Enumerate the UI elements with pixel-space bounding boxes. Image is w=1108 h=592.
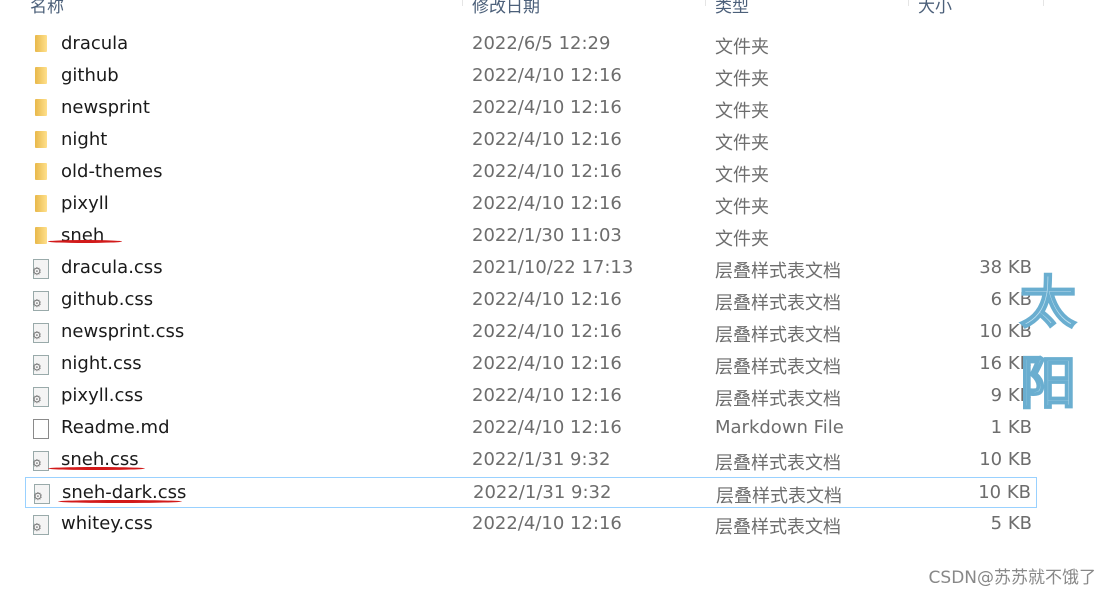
file-date: 2022/4/10 12:16 [472, 353, 622, 374]
file-type: 层叠样式表文档 [715, 453, 841, 474]
css-file-icon [32, 355, 49, 375]
file-date: 2022/4/10 12:16 [472, 161, 622, 182]
red-underline-annotation [48, 240, 122, 243]
file-row[interactable]: dracula 2022/6/5 12:29 文件夹 [25, 29, 1037, 60]
file-date: 2022/4/10 12:16 [472, 321, 622, 342]
file-row[interactable]: pixyll.css 2022/4/10 12:16 层叠样式表文档 9 KB [25, 381, 1037, 412]
file-name: dracula [61, 33, 129, 54]
file-type: 层叠样式表文档 [715, 389, 841, 410]
file-type: Markdown File [715, 417, 844, 438]
column-size[interactable]: 大小 [918, 0, 952, 17]
file-row[interactable]: sneh-dark.css 2022/1/31 9:32 层叠样式表文档 10 … [25, 477, 1037, 508]
column-type[interactable]: 类型 [715, 0, 749, 17]
file-type: 文件夹 [715, 37, 769, 58]
file-type: 文件夹 [715, 165, 769, 186]
file-row[interactable]: github.css 2022/4/10 12:16 层叠样式表文档 6 KB [25, 285, 1037, 316]
column-divider[interactable] [462, 0, 463, 6]
file-name: github [61, 65, 119, 86]
file-date: 2022/1/30 11:03 [472, 225, 622, 246]
file-date: 2022/4/10 12:16 [472, 65, 622, 86]
folder-icon [35, 163, 47, 180]
folder-icon [35, 195, 47, 212]
column-divider[interactable] [705, 0, 706, 6]
column-name[interactable]: 名称 [30, 0, 64, 17]
file-type: 文件夹 [715, 69, 769, 90]
file-type: 文件夹 [715, 133, 769, 154]
file-name: newsprint [61, 97, 150, 118]
file-name: old-themes [61, 161, 163, 182]
file-name: night [61, 129, 108, 150]
file-row[interactable]: github 2022/4/10 12:16 文件夹 [25, 61, 1037, 92]
file-date: 2022/4/10 12:16 [472, 193, 622, 214]
file-name: whitey.css [61, 513, 153, 534]
file-date: 2022/1/31 9:32 [473, 482, 612, 503]
file-type: 文件夹 [715, 197, 769, 218]
file-row[interactable]: night 2022/4/10 12:16 文件夹 [25, 125, 1037, 156]
file-type: 层叠样式表文档 [715, 325, 841, 346]
red-underline-annotation [58, 500, 182, 503]
file-date: 2022/4/10 12:16 [472, 97, 622, 118]
file-row[interactable]: old-themes 2022/4/10 12:16 文件夹 [25, 157, 1037, 188]
file-name: night.css [61, 353, 142, 374]
file-name: github.css [61, 289, 154, 310]
file-type: 层叠样式表文档 [715, 517, 841, 538]
css-file-icon [32, 451, 49, 471]
file-type: 层叠样式表文档 [715, 357, 841, 378]
css-file-icon [33, 484, 50, 504]
folder-icon [35, 99, 47, 116]
file-date: 2021/10/22 17:13 [472, 257, 634, 278]
file-date: 2022/1/31 9:32 [472, 449, 611, 470]
file-name: pixyll [61, 193, 109, 214]
file-name: dracula.css [61, 257, 163, 278]
column-date[interactable]: 修改日期 [472, 0, 540, 17]
file-size: 1 KB [990, 417, 1032, 438]
css-file-icon [32, 323, 49, 343]
file-date: 2022/6/5 12:29 [472, 33, 611, 54]
file-type: 层叠样式表文档 [715, 261, 841, 282]
column-divider[interactable] [908, 0, 909, 6]
file-date: 2022/4/10 12:16 [472, 417, 622, 438]
file-type: 文件夹 [715, 101, 769, 122]
overlay-text: 太阳 [1019, 270, 1077, 418]
file-row[interactable]: dracula.css 2021/10/22 17:13 层叠样式表文档 38 … [25, 253, 1037, 284]
css-file-icon [32, 387, 49, 407]
file-row[interactable]: whitey.css 2022/4/10 12:16 层叠样式表文档 5 KB [25, 509, 1037, 540]
file-date: 2022/4/10 12:16 [472, 289, 622, 310]
file-size: 10 KB [978, 482, 1031, 503]
file-row[interactable]: night.css 2022/4/10 12:16 层叠样式表文档 16 KB [25, 349, 1037, 380]
file-name: newsprint.css [61, 321, 185, 342]
column-divider[interactable] [1043, 0, 1044, 6]
file-row[interactable]: newsprint 2022/4/10 12:16 文件夹 [25, 93, 1037, 124]
css-file-icon [32, 259, 49, 279]
folder-icon [35, 67, 47, 84]
file-row[interactable]: newsprint.css 2022/4/10 12:16 层叠样式表文档 10… [25, 317, 1037, 348]
file-row[interactable]: sneh.css 2022/1/31 9:32 层叠样式表文档 10 KB [25, 445, 1037, 476]
file-icon [33, 419, 49, 439]
column-header: 名称 修改日期 类型 大小 [0, 0, 1108, 18]
file-size: 10 KB [979, 449, 1032, 470]
file-name: pixyll.css [61, 385, 144, 406]
file-date: 2022/4/10 12:16 [472, 129, 622, 150]
file-date: 2022/4/10 12:16 [472, 385, 622, 406]
css-file-icon [32, 515, 49, 535]
file-name: Readme.md [61, 417, 170, 438]
file-type: 层叠样式表文档 [716, 486, 842, 507]
watermark: CSDN@苏苏就不饿了 [928, 568, 1096, 588]
file-type: 层叠样式表文档 [715, 293, 841, 314]
file-row[interactable]: sneh 2022/1/30 11:03 文件夹 [25, 221, 1037, 252]
red-underline-annotation [48, 467, 145, 470]
file-type: 文件夹 [715, 229, 769, 250]
folder-icon [35, 227, 47, 244]
file-row[interactable]: pixyll 2022/4/10 12:16 文件夹 [25, 189, 1037, 220]
file-size: 5 KB [990, 513, 1032, 534]
file-row[interactable]: Readme.md 2022/4/10 12:16 Markdown File … [25, 413, 1037, 444]
file-date: 2022/4/10 12:16 [472, 513, 622, 534]
folder-icon [35, 131, 47, 148]
css-file-icon [32, 291, 49, 311]
folder-icon [35, 35, 47, 52]
